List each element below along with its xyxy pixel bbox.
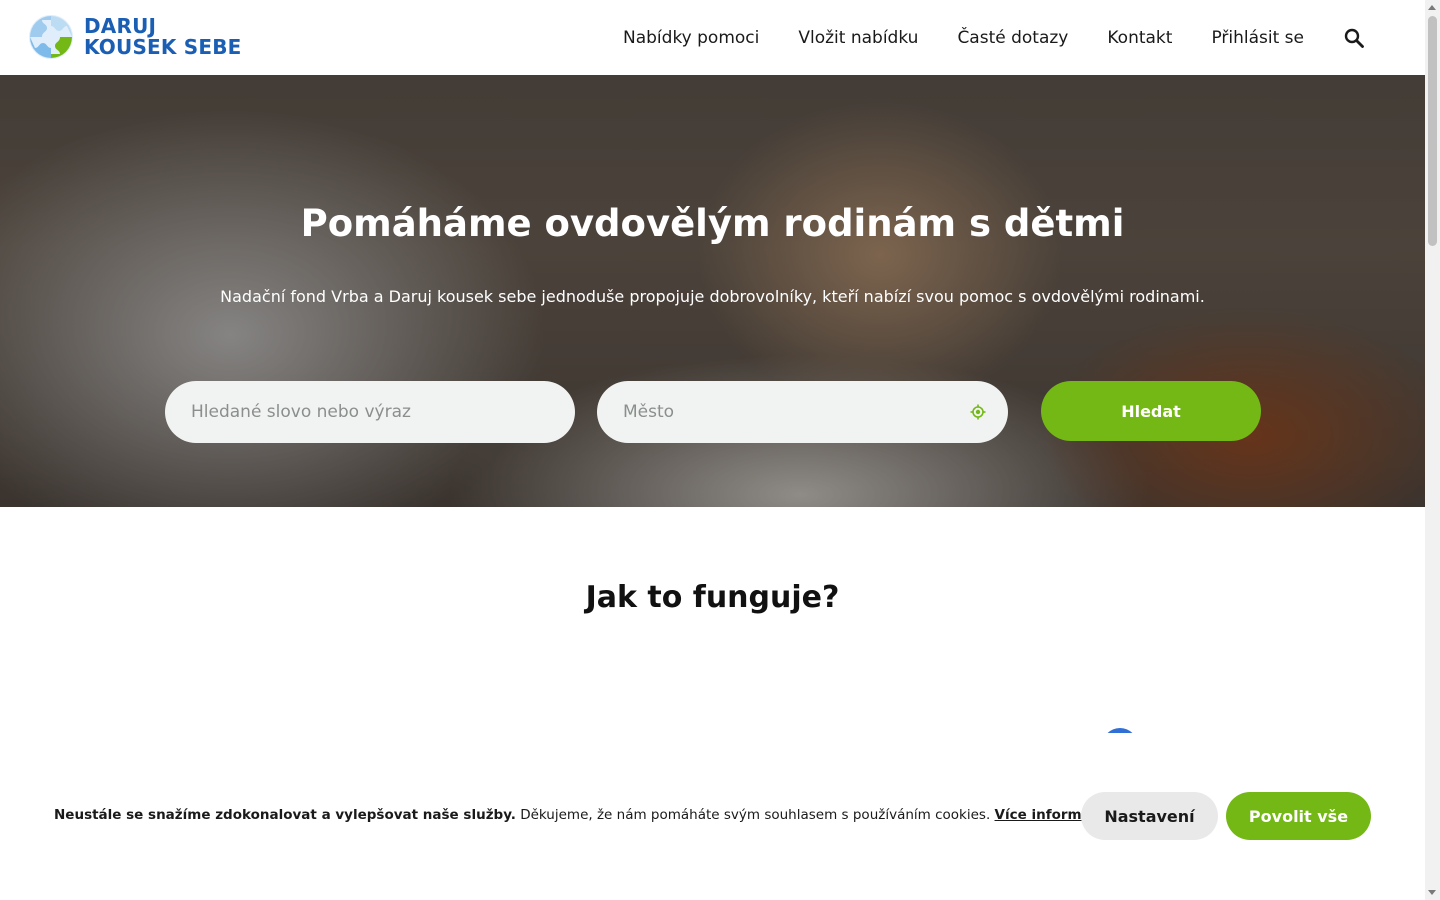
main-nav: Nabídky pomoci Vložit nabídku Časté dota… (623, 0, 1365, 75)
logo-line-2: KOUSEK SEBE (84, 35, 242, 59)
nav-item-prihlasit-se[interactable]: Přihlásit se (1211, 28, 1304, 48)
site-header: DARUJ KOUSEK SEBE Nabídky pomoci Vložit … (0, 0, 1425, 75)
city-input[interactable] (623, 402, 963, 422)
nav-item-vlozit-nabidku[interactable]: Vložit nabídku (798, 28, 918, 48)
keyword-search-field[interactable] (165, 381, 575, 443)
search-button[interactable]: Hledat (1041, 381, 1261, 441)
city-search-field[interactable] (597, 381, 1008, 443)
page-scrollbar[interactable] (1425, 0, 1440, 900)
logo-line-1: DARUJ (84, 14, 157, 38)
scroll-up-arrow-icon[interactable] (1428, 5, 1436, 10)
location-target-icon[interactable] (970, 404, 986, 420)
how-it-works-title: Jak to funguje? (585, 580, 840, 615)
logo[interactable]: DARUJ KOUSEK SEBE (28, 14, 242, 60)
cookie-settings-button[interactable]: Nastavení (1081, 792, 1218, 840)
cookie-message-text: Děkujeme, že nám pomáháte svým souhlasem… (515, 807, 995, 823)
logo-text: DARUJ KOUSEK SEBE (84, 16, 242, 58)
nav-item-kontakt[interactable]: Kontakt (1107, 28, 1172, 48)
hero-banner: Pomáháme ovdovělým rodinám s dětmi Nadač… (0, 75, 1425, 507)
search-icon[interactable] (1343, 27, 1365, 49)
cookie-consent-bar: Neustále se snažíme zdokonalovat a vylep… (0, 733, 1425, 900)
hero-subtitle: Nadační fond Vrba a Daruj kousek sebe je… (220, 287, 1205, 306)
nav-item-nabidky-pomoci[interactable]: Nabídky pomoci (623, 28, 759, 48)
allow-all-cookies-button[interactable]: Povolit vše (1226, 792, 1371, 840)
puzzle-logo-icon (28, 14, 74, 60)
hero-title: Pomáháme ovdovělým rodinám s dětmi (300, 202, 1125, 245)
scroll-thumb[interactable] (1428, 16, 1437, 246)
nav-item-caste-dotazy[interactable]: Časté dotazy (957, 28, 1068, 48)
cookie-message: Neustále se snažíme zdokonalovat a vylep… (54, 807, 1103, 823)
cookie-message-bold: Neustále se snažíme zdokonalovat a vylep… (54, 807, 516, 823)
scroll-down-arrow-icon[interactable] (1428, 890, 1436, 895)
keyword-search-input[interactable] (191, 402, 531, 422)
